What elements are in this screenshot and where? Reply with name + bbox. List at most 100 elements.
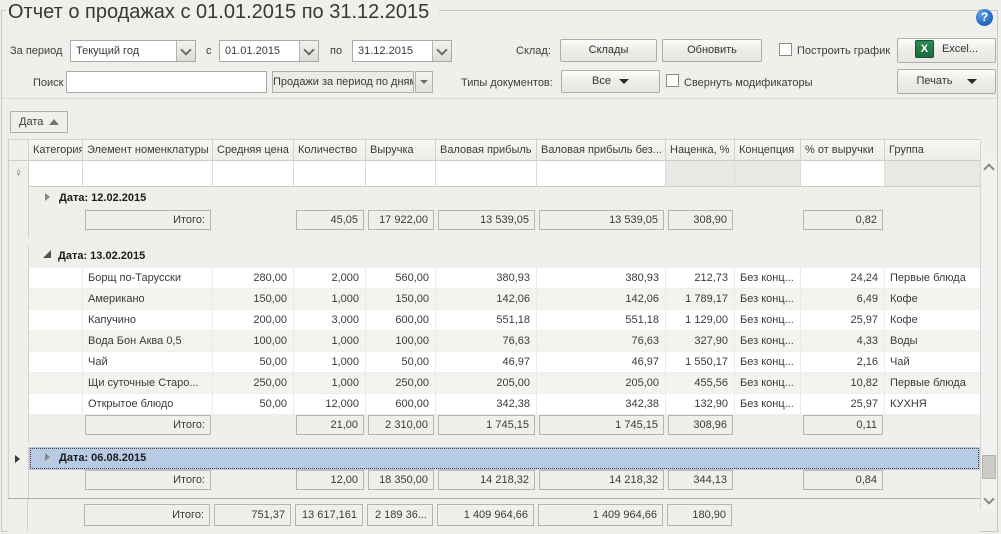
cell[interactable]: 600,00: [366, 310, 436, 331]
cell[interactable]: 280,00: [213, 268, 294, 289]
period-combobox[interactable]: Текущий год: [70, 40, 196, 62]
build-chart-checkbox[interactable]: [779, 43, 792, 56]
scroll-down-button[interactable]: [981, 492, 997, 509]
group-row[interactable]: Дата: 06.08.2015: [9, 447, 980, 470]
filter-cell[interactable]: [213, 161, 294, 187]
cell[interactable]: 150,00: [366, 289, 436, 310]
filter-cell[interactable]: [294, 161, 366, 187]
filter-cell[interactable]: [801, 161, 885, 187]
column-header[interactable]: % от выручки: [801, 140, 885, 161]
cell[interactable]: 205,00: [537, 373, 666, 394]
vertical-scrollbar[interactable]: [980, 158, 997, 509]
group-header[interactable]: Дата: 06.08.2015: [29, 447, 980, 470]
chevron-down-icon[interactable]: [299, 41, 318, 61]
doc-types-dropdown[interactable]: Все: [561, 70, 660, 93]
filter-cell[interactable]: [735, 161, 801, 187]
cell[interactable]: 25,97: [801, 394, 885, 415]
column-header[interactable]: Категория: [29, 140, 83, 161]
column-header[interactable]: Наценка, %: [666, 140, 735, 161]
table-row[interactable]: Капучино200,003,000600,00551,18551,181 1…: [9, 310, 980, 331]
column-header[interactable]: Группа: [885, 140, 981, 161]
cell[interactable]: Кофе: [885, 310, 981, 331]
cell[interactable]: 600,00: [366, 394, 436, 415]
cell[interactable]: 50,00: [213, 394, 294, 415]
column-header[interactable]: Средняя цена: [213, 140, 294, 161]
cell[interactable]: 455,56: [666, 373, 735, 394]
cell[interactable]: [29, 373, 83, 394]
cell[interactable]: 250,00: [213, 373, 294, 394]
cell[interactable]: 250,00: [366, 373, 436, 394]
table-row[interactable]: Щи суточные Старо...250,001,000250,00205…: [9, 373, 980, 394]
filter-cell[interactable]: [83, 161, 213, 187]
cell[interactable]: 1,000: [294, 373, 366, 394]
cell[interactable]: 100,00: [213, 331, 294, 352]
group-header[interactable]: Дата: 13.02.2015: [29, 245, 980, 268]
view-mode-dropdown-icon[interactable]: [415, 71, 433, 93]
cell[interactable]: 10,82: [801, 373, 885, 394]
cell[interactable]: 132,90: [666, 394, 735, 415]
cell[interactable]: 551,18: [537, 310, 666, 331]
column-header[interactable]: Элемент номенклатуры: [83, 140, 213, 161]
table-row[interactable]: Чай50,001,00050,0046,9746,971 550,17Без …: [9, 352, 980, 373]
filter-cell[interactable]: [666, 161, 735, 187]
cell[interactable]: [29, 268, 83, 289]
excel-button[interactable]: XExcel...: [897, 38, 996, 63]
cell[interactable]: 4,33: [801, 331, 885, 352]
cell[interactable]: 1,000: [294, 352, 366, 373]
print-dropdown-button[interactable]: Печать: [897, 69, 996, 94]
column-header[interactable]: Выручка: [366, 140, 436, 161]
table-row[interactable]: Вода Бон Аква 0,5100,001,000100,0076,637…: [9, 331, 980, 352]
table-row[interactable]: Открытое блюдо50,0012,000600,00342,38342…: [9, 394, 980, 415]
cell[interactable]: Щи суточные Старо...: [83, 373, 213, 394]
cell[interactable]: Без конц...: [735, 331, 801, 352]
cell[interactable]: 100,00: [366, 331, 436, 352]
cell[interactable]: Капучино: [83, 310, 213, 331]
table-row[interactable]: Борщ по-Тарусски280,002,000560,00380,933…: [9, 268, 980, 289]
cell[interactable]: 1 129,00: [666, 310, 735, 331]
cell[interactable]: 1,000: [294, 331, 366, 352]
table-row[interactable]: Американо150,001,000150,00142,06142,061 …: [9, 289, 980, 310]
help-icon[interactable]: ?: [976, 9, 993, 26]
cell[interactable]: 200,00: [213, 310, 294, 331]
cell[interactable]: Борщ по-Тарусски: [83, 268, 213, 289]
cell[interactable]: Кофе: [885, 289, 981, 310]
chevron-down-icon[interactable]: [176, 41, 195, 61]
cell[interactable]: Воды: [885, 331, 981, 352]
group-row[interactable]: Дата: 13.02.2015: [9, 245, 980, 268]
cell[interactable]: Американо: [83, 289, 213, 310]
cell[interactable]: Чай: [885, 352, 981, 373]
cell[interactable]: 551,18: [436, 310, 537, 331]
cell[interactable]: 46,97: [436, 352, 537, 373]
cell[interactable]: 1 789,17: [666, 289, 735, 310]
scrollbar-thumb[interactable]: [982, 455, 996, 479]
cell[interactable]: Вода Бон Аква 0,5: [83, 331, 213, 352]
group-header[interactable]: Дата: 12.02.2015: [29, 187, 980, 210]
cell[interactable]: 380,93: [537, 268, 666, 289]
expand-group-icon[interactable]: [45, 453, 50, 461]
refresh-button[interactable]: Обновить: [662, 39, 762, 62]
cell[interactable]: Без конц...: [735, 310, 801, 331]
cell[interactable]: [29, 289, 83, 310]
cell[interactable]: 212,73: [666, 268, 735, 289]
column-header[interactable]: Концепция: [735, 140, 801, 161]
cell[interactable]: 560,00: [366, 268, 436, 289]
cell[interactable]: Первые блюда: [885, 373, 981, 394]
expand-group-icon[interactable]: [45, 193, 50, 201]
cell[interactable]: 342,38: [537, 394, 666, 415]
cell[interactable]: 2,000: [294, 268, 366, 289]
cell[interactable]: КУХНЯ: [885, 394, 981, 415]
cell[interactable]: 1 550,17: [666, 352, 735, 373]
collapse-modifiers-checkbox[interactable]: [666, 74, 679, 87]
search-input[interactable]: [66, 71, 267, 93]
cell[interactable]: 50,00: [366, 352, 436, 373]
cell[interactable]: 50,00: [213, 352, 294, 373]
cell[interactable]: 6,49: [801, 289, 885, 310]
cell[interactable]: 380,93: [436, 268, 537, 289]
filter-cell[interactable]: [885, 161, 981, 187]
cell[interactable]: [29, 394, 83, 415]
cell[interactable]: 142,06: [436, 289, 537, 310]
cell[interactable]: [29, 331, 83, 352]
cell[interactable]: Без конц...: [735, 352, 801, 373]
column-header[interactable]: Количество: [294, 140, 366, 161]
scroll-up-button[interactable]: [981, 158, 997, 175]
